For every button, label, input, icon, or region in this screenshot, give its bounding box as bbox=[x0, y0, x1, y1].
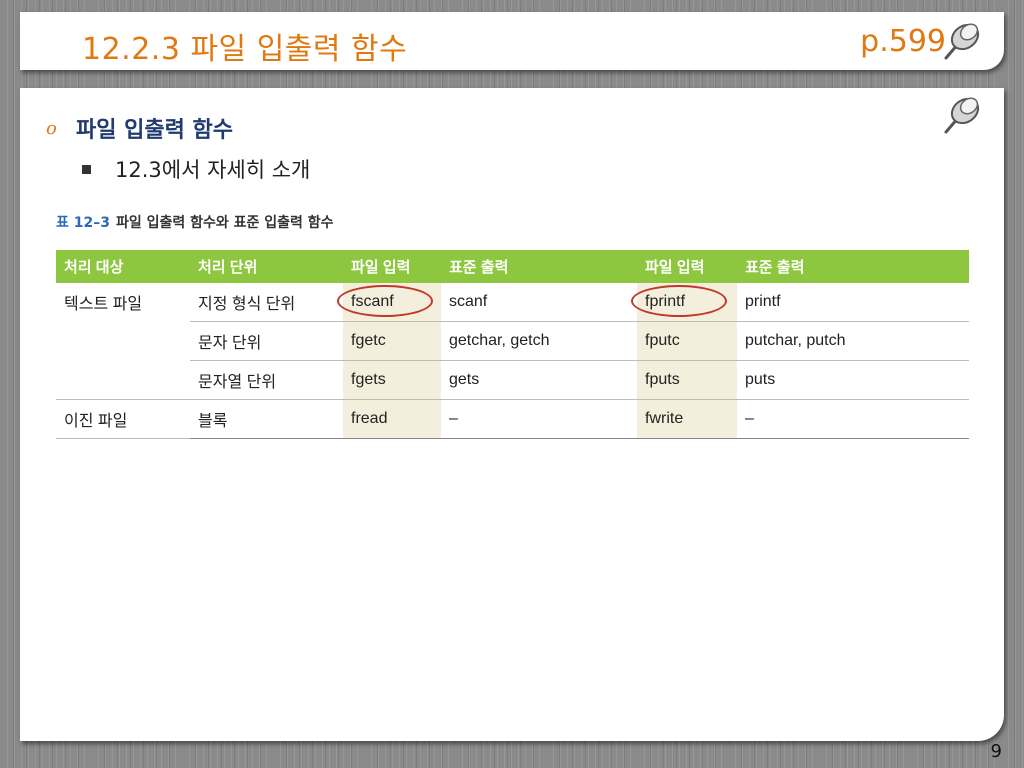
header-cell: 처리 대상 bbox=[56, 250, 190, 283]
header-cell: 표준 출력 bbox=[441, 250, 637, 283]
slide-title: 12.2.3 파일 입출력 함수 bbox=[82, 32, 408, 67]
unit-cell: 블록 bbox=[190, 399, 343, 439]
category-cell: 이진 파일 bbox=[56, 399, 190, 439]
table-row: 텍스트 파일 지정 형식 단위 fscanf scanf fprintf pri… bbox=[56, 283, 969, 322]
std-output-cell: puts bbox=[737, 360, 969, 400]
file-output-cell: fputc bbox=[637, 321, 737, 361]
pushpin-icon bbox=[944, 23, 980, 60]
table-caption: 표 12–3 파일 입출력 함수와 표준 입출력 함수 bbox=[56, 212, 334, 232]
square-bullet-icon bbox=[82, 164, 91, 174]
header-cell: 표준 출력 bbox=[737, 250, 969, 283]
pushpin-icon bbox=[944, 97, 980, 134]
std-input-cell: – bbox=[441, 399, 637, 439]
std-input-cell: scanf bbox=[441, 283, 637, 322]
unit-cell: 지정 형식 단위 bbox=[190, 283, 343, 322]
bullet-title: 파일 입출력 함수 bbox=[76, 118, 233, 143]
table-row: 문자 단위 fgetc getchar, getch fputc putchar… bbox=[56, 321, 969, 361]
std-output-cell: putchar, putch bbox=[737, 321, 969, 361]
file-output-cell: fputs bbox=[637, 360, 737, 400]
file-input-cell: fgetc bbox=[343, 321, 441, 361]
unit-cell: 문자 단위 bbox=[190, 321, 343, 361]
unit-cell: 문자열 단위 bbox=[190, 360, 343, 400]
std-input-cell: getchar, getch bbox=[441, 321, 637, 361]
page-reference: p.599 bbox=[860, 24, 946, 59]
std-output-cell: – bbox=[737, 399, 969, 439]
table-caption-number: 표 12–3 bbox=[56, 215, 110, 231]
io-function-table: 처리 대상 처리 단위 파일 입력 표준 출력 파일 입력 표준 출력 텍스트 … bbox=[56, 250, 969, 439]
bullet-level-2: 12.3에서 자세히 소개 bbox=[82, 154, 310, 184]
std-output-cell: printf bbox=[737, 283, 969, 322]
file-input-cell: fscanf bbox=[337, 283, 441, 322]
file-output-cell: fwrite bbox=[637, 399, 737, 439]
header-cell: 파일 입력 bbox=[637, 250, 737, 283]
title-panel: 12.2.3 파일 입출력 함수 p.599 bbox=[20, 12, 1004, 70]
header-cell: 파일 입력 bbox=[343, 250, 441, 283]
table-row: 문자열 단위 fgets gets fputs puts bbox=[56, 360, 969, 400]
table-caption-text: 파일 입출력 함수와 표준 입출력 함수 bbox=[115, 215, 334, 231]
file-output-cell: fprintf bbox=[631, 283, 737, 322]
highlight-circle bbox=[337, 285, 433, 317]
slide-number: 9 bbox=[990, 741, 1002, 762]
header-cell: 처리 단위 bbox=[190, 250, 343, 283]
bullet-marker: o bbox=[46, 117, 57, 139]
file-input-cell: fread bbox=[343, 399, 441, 439]
file-input-cell: fgets bbox=[343, 360, 441, 400]
sub-bullet-text: 12.3에서 자세히 소개 bbox=[115, 158, 311, 182]
table-header-row: 처리 대상 처리 단위 파일 입력 표준 출력 파일 입력 표준 출력 bbox=[56, 250, 969, 283]
content-panel: o 파일 입출력 함수 12.3에서 자세히 소개 표 12–3 파일 입출력 함… bbox=[20, 88, 1004, 741]
bullet-level-1: o 파일 입출력 함수 bbox=[46, 112, 233, 144]
std-input-cell: gets bbox=[441, 360, 637, 400]
category-cell bbox=[56, 360, 190, 400]
highlight-circle bbox=[631, 285, 727, 317]
category-cell: 텍스트 파일 bbox=[64, 296, 143, 314]
category-cell bbox=[56, 322, 190, 361]
table-row: 이진 파일 블록 fread – fwrite – bbox=[56, 399, 969, 439]
